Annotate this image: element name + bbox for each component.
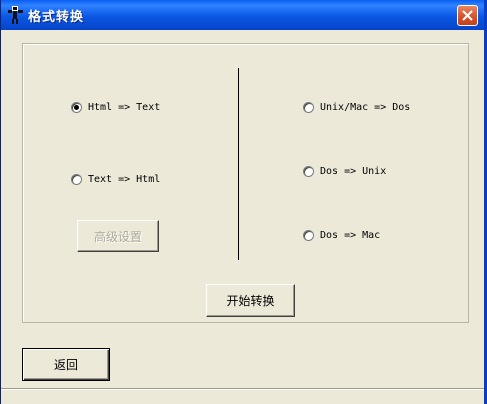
start-convert-button[interactable]: 开始转换 <box>206 284 295 317</box>
close-icon <box>462 10 473 21</box>
radio-indicator <box>71 102 82 113</box>
radio-html-to-text[interactable]: Html => Text <box>71 102 160 113</box>
radio-dos-to-unix[interactable]: Dos => Unix <box>303 166 386 177</box>
figure-icon <box>8 6 23 24</box>
radio-indicator <box>71 174 82 185</box>
radio-dos-to-mac[interactable]: Dos => Mac <box>303 230 380 241</box>
title-bar[interactable]: 格式转换 <box>1 0 484 30</box>
close-button[interactable] <box>457 5 478 26</box>
radio-text-to-html[interactable]: Text => Html <box>71 174 160 185</box>
back-button[interactable]: 返回 <box>22 348 110 381</box>
radio-unixmac-to-dos[interactable]: Unix/Mac => Dos <box>303 102 410 113</box>
group-divider <box>238 68 239 260</box>
window-title: 格式转换 <box>28 10 85 25</box>
advanced-settings-button[interactable]: 高级设置 <box>77 220 159 252</box>
radio-label: Dos => Unix <box>320 166 387 177</box>
conversion-dialog: 格式转换 Html => Text Text => Html 高级设置 Unix… <box>0 0 487 404</box>
radio-indicator <box>303 230 314 241</box>
radio-indicator <box>303 102 314 113</box>
radio-label: Dos => Mac <box>320 230 381 241</box>
radio-indicator <box>303 166 314 177</box>
status-bar <box>1 388 484 404</box>
radio-label: Text => Html <box>88 174 161 185</box>
radio-label: Unix/Mac => Dos <box>320 102 411 113</box>
radio-label: Html => Text <box>88 102 161 113</box>
